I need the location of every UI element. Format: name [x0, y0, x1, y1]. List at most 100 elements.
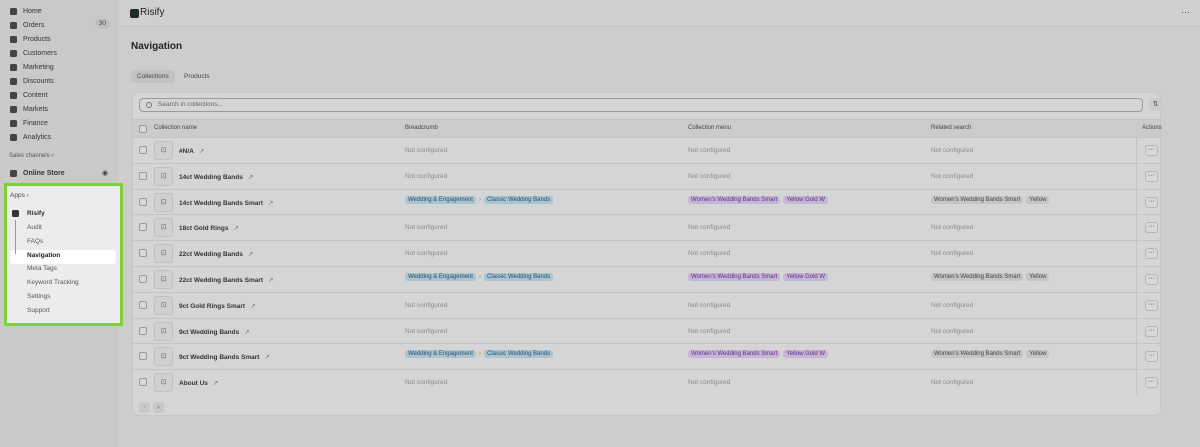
sidebar-item-products[interactable]: Products [10, 33, 51, 45]
collection-name[interactable]: 22ct Wedding Bands ↗ [179, 250, 253, 258]
tag-chip: Yellow [1026, 273, 1050, 281]
external-link-icon[interactable]: ↗ [250, 303, 255, 310]
collection-name-text: #N/A [179, 148, 194, 155]
collection-name[interactable]: #N/A ↗ [179, 147, 204, 155]
row-checkbox[interactable] [139, 223, 147, 232]
tag-chip: Women's Wedding Bands Smart [931, 195, 1024, 204]
tree-line [15, 220, 16, 254]
sidebar-item-analytics[interactable]: Analytics [10, 131, 51, 143]
sidebar-subitem-keyword-tracking[interactable]: Keyword Tracking [27, 279, 79, 286]
discounts-icon [10, 77, 17, 85]
tab-products[interactable]: Products [178, 70, 216, 83]
collection-name[interactable]: 9ct Wedding Bands ↗ [179, 328, 250, 336]
more-actions-button[interactable]: ··· [1145, 351, 1158, 363]
external-link-icon[interactable]: ↗ [268, 277, 273, 284]
actions-cell: ··· [1136, 163, 1160, 189]
eye-icon[interactable]: ◉ [102, 169, 108, 177]
more-actions-button[interactable]: ··· [1145, 222, 1158, 234]
collection-name[interactable]: 18ct Gold Rings ↗ [179, 224, 239, 232]
table-row[interactable]: ⊡ 9ct Gold Rings Smart ↗ Not configured Not … [133, 291, 1160, 318]
page-title: Navigation [131, 41, 183, 52]
sidebar-subitem-support[interactable]: Support [27, 307, 50, 314]
more-icon[interactable]: ··· [1181, 7, 1190, 17]
external-link-icon[interactable]: ↗ [248, 251, 253, 258]
row-checkbox[interactable] [139, 352, 147, 361]
collection-name[interactable]: 14ct Wedding Bands ↗ [179, 173, 253, 181]
apps-link[interactable]: Apps › [10, 192, 29, 199]
sales-channels-label[interactable]: Sales channels › [9, 153, 53, 159]
tab-collections[interactable]: Collections [131, 70, 175, 83]
sidebar-item-content[interactable]: Content [10, 89, 48, 101]
sidebar-app-risify[interactable]: Risify [27, 210, 45, 217]
sort-icon[interactable]: ⇅ [1149, 98, 1162, 111]
collection-name[interactable]: 9ct Wedding Bands Smart ↗ [179, 353, 270, 361]
table-row[interactable]: ⊡ 9ct Wedding Bands ↗ Not configured Not con… [133, 317, 1160, 344]
table-row[interactable]: ⊡ 14ct Wedding Bands Smart ↗ Wedding & Enga… [133, 188, 1160, 215]
external-link-icon[interactable]: ↗ [248, 174, 253, 181]
table-row[interactable]: ⊡ 22ct Wedding Bands Smart ↗ Wedding & Enga… [133, 266, 1160, 292]
sidebar-item-finance[interactable]: Finance [10, 117, 48, 129]
table-row[interactable]: ⊡ 9ct Wedding Bands Smart ↗ Wedding & Engag… [133, 343, 1160, 370]
external-link-icon[interactable]: ↗ [268, 200, 273, 207]
table-row[interactable]: ⊡ About Us ↗ Not configured Not configured No… [133, 369, 1160, 396]
row-checkbox[interactable] [139, 171, 147, 180]
image-placeholder-icon: ⊡ [154, 192, 173, 212]
sidebar-subitem-settings[interactable]: Settings [27, 293, 51, 300]
image-placeholder-icon: ⊡ [154, 218, 173, 238]
sidebar-item-customers[interactable]: Customers [10, 47, 57, 59]
apps-section: Apps › Risify Audit FAQs Navigation Meta Ta… [4, 183, 123, 326]
more-actions-button[interactable]: ··· [1145, 196, 1158, 208]
sidebar-item-marketing[interactable]: Marketing [10, 61, 54, 73]
row-checkbox[interactable] [139, 300, 147, 309]
search-input[interactable]: Search in collections... [139, 98, 1143, 112]
pagination-next[interactable]: › [153, 402, 164, 413]
header-related-search: Related search [931, 125, 972, 131]
table-row[interactable]: ⊡ 14ct Wedding Bands ↗ Not configured Not co… [133, 162, 1160, 189]
external-link-icon[interactable]: ↗ [213, 380, 218, 387]
sidebar-subitem-audit[interactable]: Audit [27, 224, 42, 231]
online-store-label: Online Store [23, 169, 65, 177]
row-checkbox[interactable] [139, 326, 147, 335]
more-actions-button[interactable]: ··· [1145, 299, 1158, 311]
sidebar-subitem-meta-tags[interactable]: Meta Tags [27, 265, 57, 272]
collection-name[interactable]: 9ct Gold Rings Smart ↗ [179, 302, 256, 310]
external-link-icon[interactable]: ↗ [264, 354, 269, 361]
external-link-icon[interactable]: ↗ [199, 148, 204, 155]
bc-cell: Wedding & Engagement › Classic Wedding Ban… [405, 195, 556, 204]
collection-name-text: About Us [179, 380, 208, 388]
row-checkbox[interactable] [139, 197, 147, 206]
row-checkbox[interactable] [139, 146, 147, 154]
table-row[interactable]: ⊡ #N/A ↗ Not configured Not configured Not co… [133, 137, 1160, 163]
rel-cell: Not configured [931, 301, 974, 309]
pagination-prev[interactable]: ‹ [139, 402, 150, 413]
more-actions-button[interactable]: ··· [1145, 248, 1158, 260]
more-actions-button[interactable]: ··· [1145, 325, 1158, 337]
row-checkbox[interactable] [139, 275, 147, 283]
table-row[interactable]: ⊡ 18ct Gold Rings ↗ Not configured Not confi… [133, 214, 1160, 241]
row-checkbox[interactable] [139, 378, 147, 387]
sidebar-subitem-faqs[interactable]: FAQs [27, 238, 43, 245]
row-checkbox[interactable] [139, 249, 147, 258]
more-actions-button[interactable]: ··· [1145, 145, 1158, 156]
chevron-right-icon: › [478, 274, 481, 280]
image-placeholder-icon: ⊡ [154, 244, 173, 264]
table-row[interactable]: ⊡ 22ct Wedding Bands ↗ Not configured Not co… [133, 240, 1160, 267]
collection-name[interactable]: About Us ↗ [179, 379, 218, 387]
sidebar-item-discounts[interactable]: Discounts [10, 75, 54, 87]
more-actions-button[interactable]: ··· [1145, 274, 1158, 285]
collection-name-text: 22ct Wedding Bands [179, 251, 243, 259]
sidebar-item-home[interactable]: Home [10, 5, 42, 17]
external-link-icon[interactable]: ↗ [244, 329, 249, 336]
external-link-icon[interactable]: ↗ [233, 225, 238, 232]
more-actions-button[interactable]: ··· [1145, 170, 1158, 182]
collection-name[interactable]: 14ct Wedding Bands Smart ↗ [179, 199, 274, 207]
sidebar-item-online-store[interactable]: Online Store [10, 167, 65, 179]
customers-icon [10, 49, 17, 57]
header-actions: Actions [1142, 125, 1162, 131]
more-actions-button[interactable]: ··· [1145, 377, 1158, 389]
select-all-checkbox[interactable] [139, 125, 147, 133]
sidebar-subitem-navigation[interactable]: Navigation [27, 252, 60, 259]
collection-name[interactable]: 22ct Wedding Bands Smart ↗ [179, 276, 274, 284]
sidebar-item-orders[interactable]: Orders [10, 19, 44, 31]
sidebar-item-markets[interactable]: Markets [10, 103, 48, 115]
